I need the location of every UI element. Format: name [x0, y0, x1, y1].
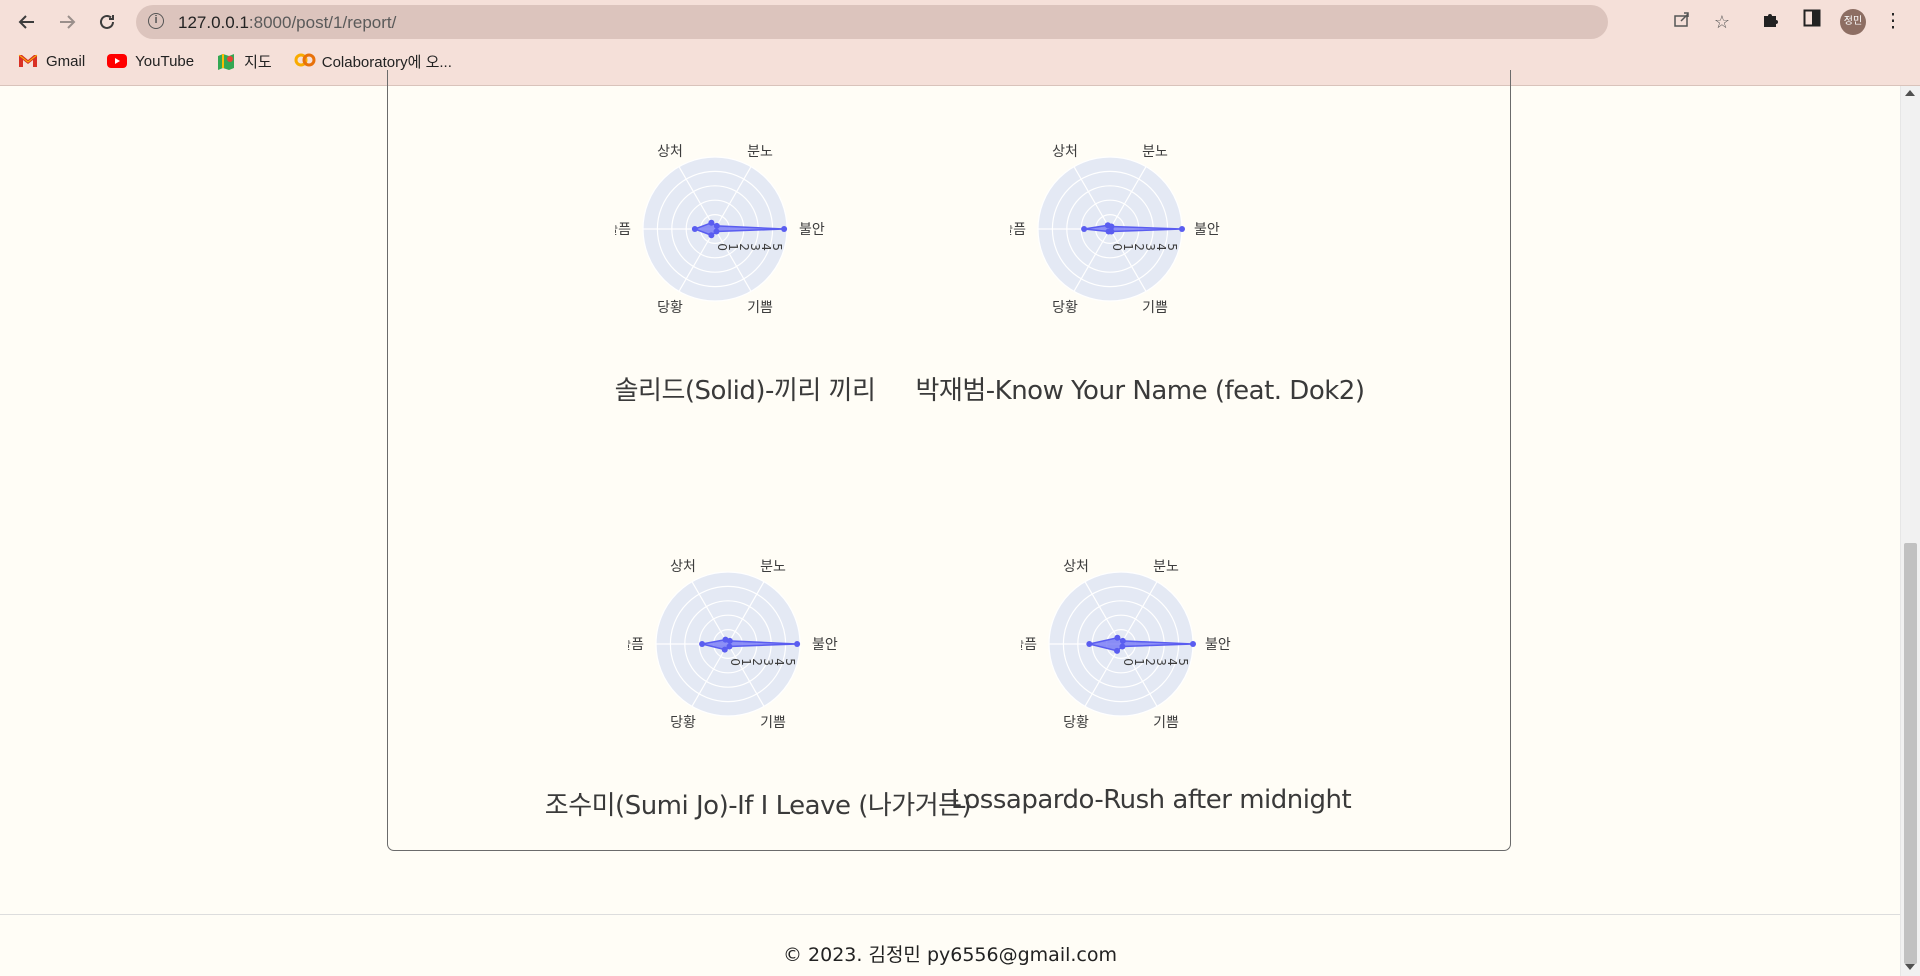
radar-data-point[interactable] — [1119, 637, 1126, 644]
radar-data-point[interactable] — [1086, 641, 1093, 647]
colab-icon — [294, 53, 316, 69]
radar-data-point[interactable] — [708, 219, 715, 226]
radar-data-point[interactable] — [691, 226, 698, 232]
page-scrollbar[interactable] — [1900, 86, 1920, 976]
footer-copyright: © 2023. 김정민 py6556@gmail.com — [783, 944, 1117, 966]
radar-axis-label: 슬픔 — [1010, 222, 1026, 238]
forward-arrow-icon[interactable] — [53, 8, 81, 36]
radar-axis-label: 기쁨 — [1153, 715, 1179, 731]
radar-axis-label: 불안 — [1205, 637, 1231, 653]
site-info-icon[interactable]: i — [148, 13, 164, 29]
radar-data-point[interactable] — [1114, 647, 1121, 654]
footer-divider — [0, 914, 1900, 915]
bookmark-youtube[interactable]: YouTube — [107, 53, 194, 70]
radar-data-point[interactable] — [713, 222, 720, 229]
radar-axis-label: 당황 — [657, 300, 683, 316]
radar-tick-label: 5 — [770, 243, 784, 251]
radar-axis-label: 슬픔 — [628, 637, 644, 653]
radar-tick-label: 5 — [1176, 658, 1190, 666]
radar-data-point[interactable] — [1119, 643, 1126, 650]
radar-data-point[interactable] — [699, 641, 706, 647]
profile-avatar[interactable]: 정민 — [1840, 9, 1866, 35]
back-arrow-icon[interactable] — [13, 8, 41, 36]
youtube-icon — [107, 53, 128, 69]
radar-axis-label: 당황 — [1063, 715, 1089, 731]
scroll-thumb[interactable] — [1904, 543, 1917, 964]
radar-tick-label: 5 — [783, 658, 797, 666]
song-title-2: 조수미(Sumi Jo)-If I Leave (나가거든) — [544, 791, 972, 821]
radar-data-point[interactable] — [1179, 226, 1185, 232]
radar-chart-1: 012345상처분노불안기쁨당황슬픔 — [1010, 144, 1220, 316]
radar-axis-label: 분노 — [747, 144, 773, 160]
radar-data-point[interactable] — [726, 637, 733, 644]
radar-axis-label: 불안 — [812, 637, 838, 653]
radar-axis-label: 불안 — [1194, 222, 1220, 238]
address-bar[interactable]: i 127.0.0.1:8000/post/1/report/ ☆ — [136, 5, 1730, 39]
report-card: 012345상처분노불안기쁨당황슬픔 솔리드(Solid)-끼리 끼리 0123… — [387, 70, 1511, 851]
radar-axis-label: 상처 — [1052, 144, 1078, 160]
radar-axis-label: 슬픔 — [615, 222, 631, 238]
bookmark-gmail[interactable]: Gmail — [18, 53, 85, 70]
radar-data-point[interactable] — [713, 228, 720, 235]
gmail-icon — [18, 53, 38, 69]
menu-kebab-icon[interactable]: ⋮ — [1880, 9, 1906, 35]
radar-axis-label: 당황 — [670, 715, 696, 731]
radar-data-point[interactable] — [708, 232, 715, 239]
side-panel-icon[interactable] — [1799, 9, 1825, 35]
radar-tick-label: 5 — [1165, 243, 1179, 251]
radar-axis-label: 분노 — [1142, 144, 1168, 160]
radar-chart-0: 012345상처분노불안기쁨당황슬픔 — [615, 144, 825, 316]
bookmark-star-icon[interactable]: ☆ — [1710, 10, 1734, 34]
radar-data-point[interactable] — [1105, 228, 1112, 235]
bookmark-maps[interactable]: 지도 — [216, 51, 272, 72]
radar-axis-label: 상처 — [670, 559, 696, 575]
radar-data-point[interactable] — [794, 641, 801, 647]
scroll-down-arrow-icon[interactable] — [1905, 964, 1915, 970]
bookmark-colab[interactable]: Colaboratory에 오... — [294, 51, 452, 72]
radar-chart-3: 012345상처분노불안기쁨당황슬픔 — [1021, 559, 1231, 731]
radar-axis-label: 분노 — [760, 559, 786, 575]
radar-axis-label: 기쁨 — [1142, 300, 1168, 316]
song-title-0: 솔리드(Solid)-끼리 끼리 — [614, 376, 876, 406]
radar-data-point[interactable] — [1114, 634, 1121, 641]
radar-chart-2: 012345상처분노불안기쁨당황슬픔 — [628, 559, 838, 731]
radar-data-point[interactable] — [781, 226, 788, 232]
song-title-1: 박재범-Know Your Name (feat. Dok2) — [915, 376, 1365, 406]
radar-data-point[interactable] — [721, 646, 728, 653]
radar-axis-label: 상처 — [657, 144, 683, 160]
radar-data-point[interactable] — [1081, 226, 1088, 232]
radar-axis-label: 당황 — [1052, 300, 1078, 316]
radar-data-point[interactable] — [1190, 641, 1196, 647]
radar-axis-label: 슬픔 — [1021, 637, 1037, 653]
radar-axis-label: 분노 — [1153, 559, 1179, 575]
share-icon[interactable] — [1670, 10, 1694, 34]
radar-axis-label: 상처 — [1063, 559, 1089, 575]
scroll-up-arrow-icon[interactable] — [1905, 90, 1915, 96]
maps-icon — [216, 53, 236, 70]
radar-axis-label: 기쁨 — [760, 715, 786, 731]
radar-axis-label: 기쁨 — [747, 300, 773, 316]
reload-icon[interactable] — [93, 8, 121, 36]
radar-axis-label: 불안 — [799, 222, 825, 238]
url-text[interactable]: 127.0.0.1:8000/post/1/report/ — [178, 13, 396, 33]
extensions-puzzle-icon[interactable] — [1758, 9, 1784, 35]
song-title-3: Lossapardo-Rush after midnight — [950, 785, 1352, 815]
